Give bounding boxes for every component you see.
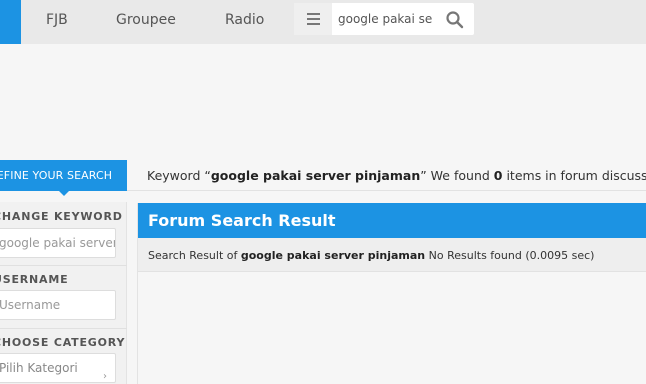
result-header: Forum Search Result <box>138 203 646 238</box>
refine-sidebar: CHANGE KEYWORD google pakai server p USE… <box>0 202 127 384</box>
search-input[interactable] <box>338 3 438 35</box>
result-summary-text: Search Result of google pakai server pin… <box>148 249 595 262</box>
nav-item-groupee[interactable]: Groupee <box>116 0 176 40</box>
username-input[interactable]: Username <box>0 290 116 320</box>
brand-logo-strip[interactable] <box>0 0 21 44</box>
keyword-summary-bar: Keyword “google pakai server pinjaman” W… <box>127 160 646 191</box>
choose-category-title: CHOOSE CATEGORY <box>0 336 126 349</box>
username-title: USERNAME <box>0 273 69 286</box>
chevron-right-icon: › <box>103 371 107 382</box>
change-keyword-input[interactable]: google pakai server p <box>0 228 116 258</box>
divider <box>0 328 127 329</box>
tab-pointer-arrow <box>59 191 69 196</box>
search-box <box>294 3 474 35</box>
nav-item-fjb[interactable]: FJB <box>46 0 68 40</box>
hamburger-menu-icon[interactable] <box>294 3 332 35</box>
divider <box>0 265 127 266</box>
refine-tab-label: REFINE YOUR SEARCH <box>0 169 113 182</box>
result-summary: Search Result of google pakai server pin… <box>138 238 646 272</box>
search-result-panel: Forum Search Result Search Result of goo… <box>137 203 646 384</box>
top-navbar: FJB Groupee Radio <box>0 0 646 44</box>
result-keyword: google pakai server pinjaman <box>240 249 426 262</box>
category-select[interactable]: Pilih Kategori › <box>0 353 116 383</box>
nav-item-radio[interactable]: Radio <box>225 0 264 40</box>
keyword-summary-text: Keyword “google pakai server pinjaman” W… <box>147 168 646 183</box>
result-title: Forum Search Result <box>148 211 336 230</box>
category-select-value: Pilih Kategori <box>0 361 78 375</box>
keyword-value: google pakai server pinjaman <box>210 168 421 183</box>
search-icon[interactable] <box>445 10 465 30</box>
change-keyword-title: CHANGE KEYWORD <box>0 210 123 223</box>
refine-search-tab[interactable]: REFINE YOUR SEARCH <box>0 160 127 191</box>
